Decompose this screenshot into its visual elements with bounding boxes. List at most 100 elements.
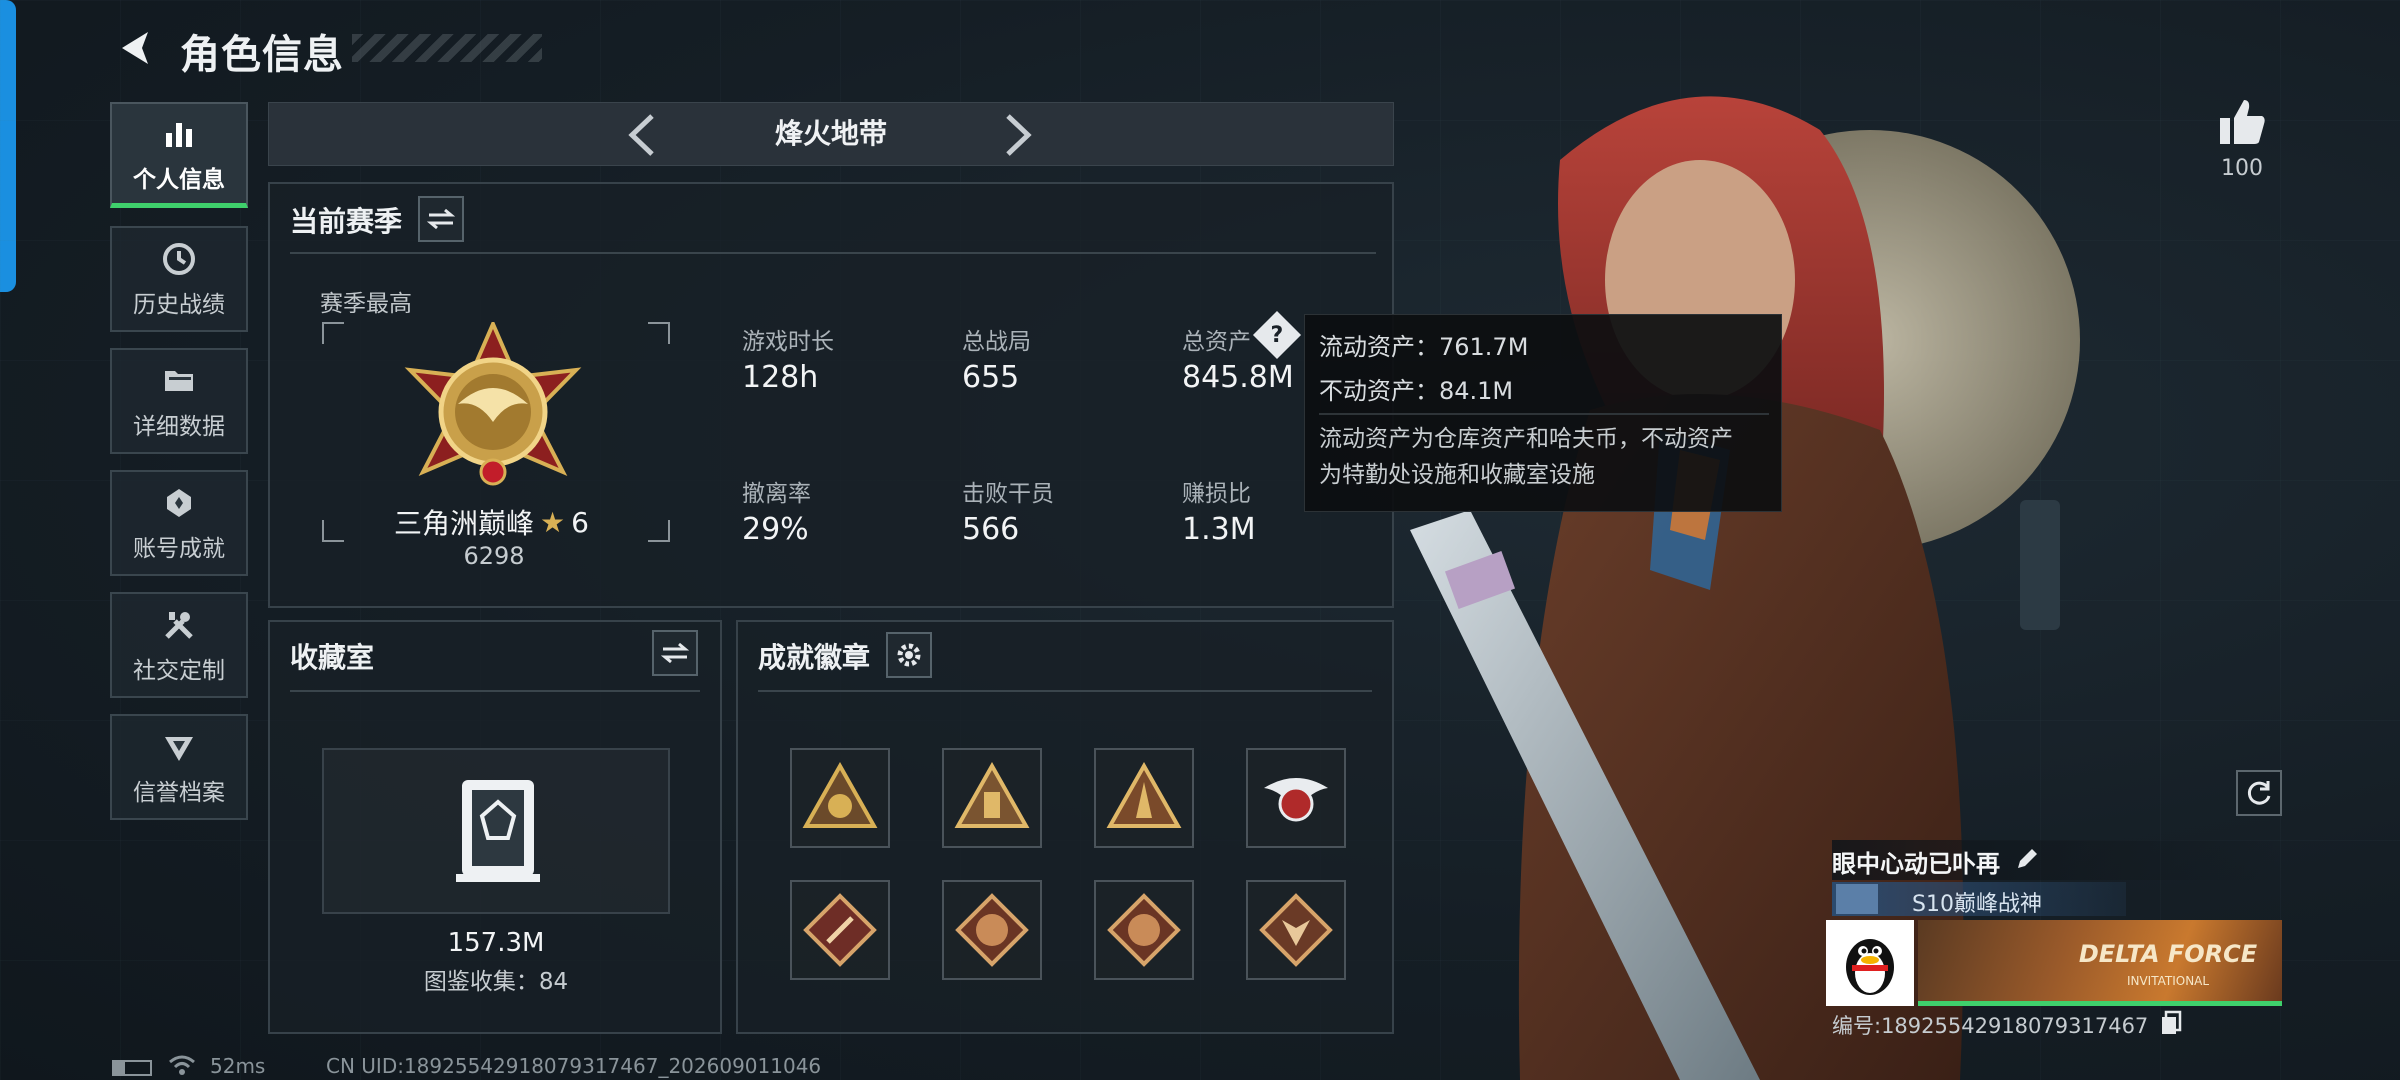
nav-item-label: 详细数据 [133, 414, 225, 440]
wifi-icon [169, 1055, 195, 1075]
gear-icon [897, 643, 921, 667]
rank-score: 6298 [463, 542, 525, 570]
page-title: 角色信息 [180, 32, 344, 78]
triangle-badge-icon [802, 761, 878, 828]
nav-item-profile[interactable]: 个人信息 [110, 102, 248, 208]
ping-value: 52ms [210, 1054, 266, 1078]
dragon-badge-icon [1107, 893, 1181, 967]
thumbs-up-icon[interactable] [2216, 96, 2268, 148]
rank-name: 三角洲巅峰 [394, 507, 535, 540]
title-emblem-icon [1836, 884, 1878, 914]
stat-value-playtime: 128h [742, 360, 819, 395]
frame-corner [322, 322, 344, 344]
copy-icon[interactable] [2160, 1010, 2184, 1036]
nav-item-history[interactable]: 历史战绩 [110, 226, 248, 332]
stat-label-matches: 总战局 [962, 329, 1031, 355]
nav-item-label: 个人信息 [133, 166, 225, 193]
stat-label-kills: 击败干员 [962, 481, 1054, 507]
banner-text: DELTA FORCE [2078, 940, 2258, 968]
badge-slot-6[interactable] [942, 880, 1042, 980]
penguin-avatar-icon [1846, 939, 1894, 995]
nav-item-details[interactable]: 详细数据 [110, 348, 248, 454]
vault-icon [456, 780, 540, 882]
player-banner[interactable]: DELTA FORCE INVITATIONAL [1918, 920, 2282, 1006]
achievement-icon [159, 483, 199, 523]
season-best-label: 赛季最高 [320, 291, 412, 317]
collection-title: 收藏室 [290, 641, 375, 674]
triangle-badge-icon [954, 761, 1030, 828]
player-avatar[interactable] [1826, 920, 1914, 1006]
battery-icon [112, 1060, 152, 1076]
divider [290, 690, 700, 692]
folder-icon [159, 361, 199, 401]
badge-settings-button[interactable] [886, 632, 932, 678]
dragon-badge-icon [955, 893, 1029, 967]
assets-tooltip: 流动资产：761.7M 不动资产：84.1M 流动资产为仓库资产和哈夫币，不动资… [1304, 314, 1782, 512]
tooltip-desc-line2: 为特勤处设施和收藏室设施 [1319, 462, 1595, 488]
badge-slot-2[interactable] [942, 748, 1042, 848]
rank-stars: 6 [571, 505, 589, 539]
nav-item-label: 社交定制 [133, 658, 225, 684]
stat-label-profit-ratio: 赚损比 [1182, 481, 1251, 507]
divider [290, 252, 1376, 254]
rotate-button[interactable] [2236, 770, 2282, 816]
triangle-badge-icon [1106, 761, 1182, 828]
nav-item-social[interactable]: 社交定制 [110, 592, 248, 698]
winged-badge-icon [1264, 778, 1328, 822]
frame-corner [648, 520, 670, 542]
chevron-right-icon[interactable] [1000, 112, 1036, 158]
edit-icon[interactable] [2014, 846, 2040, 872]
divider [1319, 413, 1769, 415]
bar-chart-icon [159, 114, 199, 154]
player-id: 编号:1892554291807931746​7 [1832, 1014, 2149, 1038]
frame-corner [648, 322, 670, 344]
nav-item-label: 账号成就 [133, 536, 225, 562]
stat-value-assets: 845.8M [1182, 360, 1294, 395]
back-icon[interactable] [112, 26, 156, 70]
wolf-badge-icon [1259, 893, 1333, 967]
swap-collection-button[interactable] [652, 630, 698, 676]
stat-value-kills: 566 [962, 512, 1020, 547]
badge-slot-3[interactable] [1094, 748, 1194, 848]
stat-label-playtime: 游戏时长 [742, 329, 834, 355]
uid-text: CN UID:18925542918079317467_202609011046 [326, 1054, 822, 1078]
collection-preview[interactable] [322, 748, 670, 914]
refresh-icon [2247, 781, 2271, 805]
nav-item-label: 历史战绩 [133, 292, 225, 318]
like-count: 100 [2221, 156, 2263, 181]
nav-item-credit[interactable]: 信誉档案 [110, 714, 248, 820]
credit-badge-icon [159, 727, 199, 767]
collection-catalog: 图鉴收集：84 [423, 969, 569, 995]
stat-value-extract-rate: 29% [742, 512, 809, 547]
rank-emblem-icon [404, 322, 582, 486]
rank-line: 三角洲巅峰 ★ 6 [394, 502, 589, 542]
badge-slot-4[interactable] [1246, 748, 1346, 848]
stat-label-assets: 总资产 [1182, 329, 1251, 355]
tooltip-desc-line1: 流动资产为仓库资产和哈夫币，不动资产 [1319, 426, 1733, 452]
badge-slot-7[interactable] [1094, 880, 1194, 980]
badge-slot-5[interactable] [790, 880, 890, 980]
swap-icon [661, 642, 689, 664]
tooltip-liquid-assets: 流动资产：761.7M [1319, 333, 1529, 361]
nav-item-achievements[interactable]: 账号成就 [110, 470, 248, 576]
tools-icon [159, 605, 199, 645]
badges-title: 成就徽章 [758, 641, 871, 674]
player-name: 眼中心动已卟再 [1832, 850, 2000, 878]
history-clock-icon [159, 239, 199, 279]
collection-value: 157.3M [447, 928, 545, 958]
mode-title: 烽火地带 [774, 117, 887, 150]
banner-subtext: INVITATIONAL [2126, 974, 2210, 988]
badge-slot-8[interactable] [1246, 880, 1346, 980]
player-title: S10巅峰战神 [1912, 892, 2042, 917]
badge-slot-1[interactable] [790, 748, 890, 848]
swap-season-button[interactable] [418, 196, 464, 242]
stat-value-matches: 655 [962, 360, 1020, 395]
season-title: 当前赛季 [290, 205, 403, 238]
stat-value-profit-ratio: 1.3M [1182, 512, 1256, 547]
stat-label-extract-rate: 撤离率 [742, 481, 811, 507]
divider [758, 690, 1372, 692]
tooltip-fixed-assets: 不动资产：84.1M [1319, 377, 1514, 405]
frame-corner [322, 520, 344, 542]
diamond-badge-icon [803, 893, 877, 967]
title-decoration [352, 34, 542, 62]
